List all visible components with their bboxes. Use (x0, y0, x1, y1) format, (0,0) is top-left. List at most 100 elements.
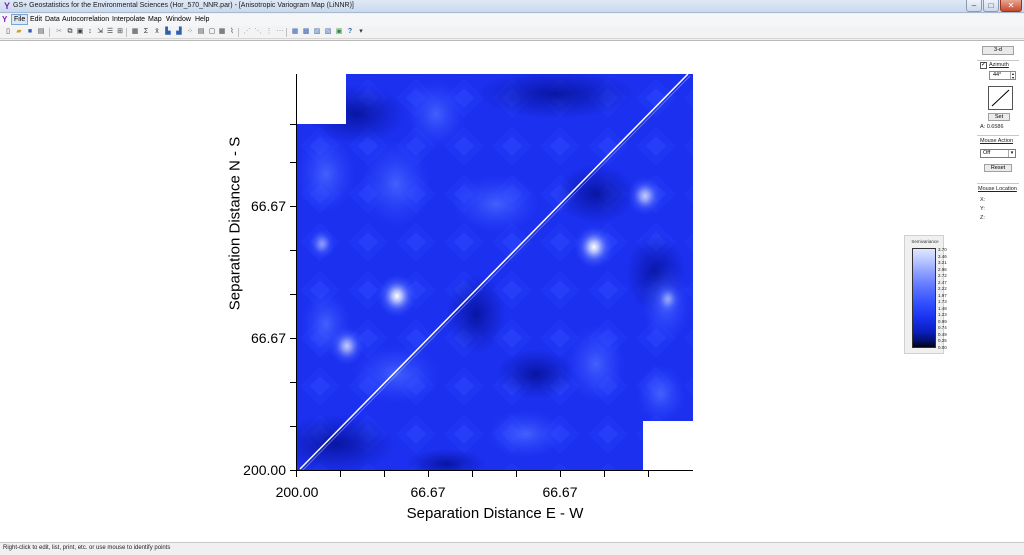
hotspot (627, 176, 663, 216)
anisotropy-icon[interactable]: ⋯ (275, 27, 285, 37)
title-bar: Y GS+ Geostatistics for the Environmenta… (0, 0, 1024, 13)
menu-edit[interactable]: Edit (28, 14, 44, 25)
cut-icon[interactable]: ✂ (54, 27, 64, 37)
menu-window[interactable]: Window (164, 14, 193, 25)
y-tick (290, 382, 296, 383)
worksheet-icon[interactable]: ▦ (130, 27, 140, 37)
table-icon[interactable]: ▤ (196, 27, 206, 37)
cross-variogram-icon[interactable]: ⋱ (253, 27, 263, 37)
mouse-action-value: Off (983, 150, 991, 156)
toolbar-dropdown-icon[interactable]: ▾ (356, 27, 366, 37)
open-folder-icon[interactable]: ▰ (14, 27, 24, 37)
menu-map[interactable]: Map (146, 14, 164, 25)
variogram-map-svg (296, 74, 693, 471)
print-icon[interactable]: ▤ (36, 27, 46, 37)
y-tick (290, 294, 296, 295)
legend-label: 0.74 (938, 325, 947, 331)
x-tick (384, 471, 385, 477)
y-tick (290, 250, 296, 251)
spinner-arrows-icon[interactable]: ▴ ▾ (1010, 72, 1015, 79)
semivariance-icon[interactable]: ⋮ (264, 27, 274, 37)
stats-icon[interactable]: x̄ (152, 27, 162, 37)
mouse-action-select[interactable]: Off ▾ (980, 149, 1016, 158)
azimuth-direction-preview[interactable] (988, 86, 1013, 110)
hotspot (329, 326, 365, 366)
legend-label: 2.22 (938, 286, 947, 292)
3d-view-button[interactable]: 3-d (982, 46, 1014, 55)
save-icon[interactable]: ■ (25, 27, 35, 37)
legend-label: 1.97 (938, 292, 947, 298)
y-tick (290, 206, 296, 207)
toolbar: ▯ ▰ ■ ▤ ✂ ⧉ ▣ ↕ ⇲ ☰ ⊞ ▦ Σ x̄ ▙ ▟ ⁘ ▤ ▢ ▦… (0, 26, 1024, 39)
menu-file[interactable]: File (11, 14, 29, 25)
paste-icon[interactable]: ▣ (75, 27, 85, 37)
chevron-down-icon[interactable]: ▾ (1008, 150, 1015, 157)
mouse-z-label: Z: (980, 215, 985, 221)
legend-label: 1.23 (938, 312, 947, 318)
line-chart-icon[interactable]: ⌇ (227, 27, 237, 37)
legend-label: 2.96 (938, 266, 947, 272)
x-axis-title: Separation Distance E - W (406, 505, 584, 522)
histogram-icon[interactable]: ▙ (163, 27, 173, 37)
x-tick (648, 471, 649, 477)
x-tick (604, 471, 605, 477)
scatter-icon[interactable]: ⁘ (185, 27, 195, 37)
hotspot (574, 225, 614, 269)
legend-label: 3.21 (938, 260, 947, 266)
x-tick (560, 471, 561, 477)
azimuth-checkbox[interactable]: ✓ (980, 62, 987, 69)
reset-button[interactable]: Reset (984, 164, 1012, 172)
mid-region (486, 409, 566, 459)
copy-icon[interactable]: ⧉ (65, 27, 75, 37)
surface-map-icon[interactable]: ▨ (312, 27, 322, 37)
help-icon[interactable]: ? (345, 27, 355, 37)
grid-icon[interactable]: ▦ (217, 27, 227, 37)
mid-region (566, 324, 626, 404)
x-tick (516, 471, 517, 477)
bar-chart-icon[interactable]: ▟ (174, 27, 184, 37)
variogram-map-surface[interactable] (296, 74, 693, 471)
mid-region (636, 364, 686, 424)
azimuth-group (977, 60, 1019, 61)
edit-grid-icon[interactable]: ⊞ (115, 27, 125, 37)
new-file-icon[interactable]: ▯ (3, 27, 13, 37)
status-text: Right-click to edit, list, print, etc. o… (3, 545, 171, 551)
frame-icon[interactable]: ▢ (207, 27, 217, 37)
menu-autocorrelation[interactable]: Autocorrelation (60, 14, 111, 25)
mouse-location-label: Mouse Location (978, 186, 1017, 192)
document-system-icon[interactable]: Y (2, 14, 10, 25)
map-grid-icon[interactable]: ▦ (290, 27, 300, 37)
legend-label: 0.25 (938, 338, 947, 344)
x-tick-label: 66.67 (410, 484, 446, 500)
legend-label: 1.73 (938, 299, 947, 305)
azimuth-spinner[interactable]: 44° ▴ ▾ (989, 71, 1016, 80)
menu-data[interactable]: Data (43, 14, 62, 25)
y-tick (290, 162, 296, 163)
legend-label: 2.72 (938, 273, 947, 279)
y-tick (290, 426, 296, 427)
semivariance-legend[interactable]: Semivariance 3.70 3.46 3.21 2.96 2.72 2.47 2.2… (904, 235, 947, 354)
low-region (446, 274, 506, 354)
app-icon[interactable]: Y (2, 1, 12, 11)
resize-icon[interactable]: ⇲ (95, 27, 105, 37)
mouse-location-group (977, 183, 1019, 184)
sum-icon[interactable]: Σ (141, 27, 151, 37)
menu-help[interactable]: Help (193, 14, 211, 25)
contour-map-icon[interactable]: ▩ (301, 27, 311, 37)
variogram-icon[interactable]: ⋰ (242, 27, 252, 37)
minimize-button[interactable]: – (966, 0, 982, 12)
maximize-button[interactable]: □ (983, 0, 999, 12)
a-readout: A: 0.6586 (980, 124, 1004, 130)
sort-icon[interactable]: ↕ (85, 27, 95, 37)
legend-label: 0.49 (938, 331, 947, 337)
image-map-icon[interactable]: ▣ (334, 27, 344, 37)
close-button[interactable]: ✕ (1000, 0, 1022, 12)
window-title: GS+ Geostatistics for the Environmental … (13, 2, 354, 9)
set-button[interactable]: Set (988, 113, 1010, 121)
menu-interpolate[interactable]: Interpolate (110, 14, 147, 25)
list-icon[interactable]: ☰ (105, 27, 115, 37)
mouse-y-label: Y: (980, 206, 985, 212)
mid-region (406, 79, 466, 149)
post-map-icon[interactable]: ▧ (323, 27, 333, 37)
legend-label: 0.00 (938, 345, 947, 350)
